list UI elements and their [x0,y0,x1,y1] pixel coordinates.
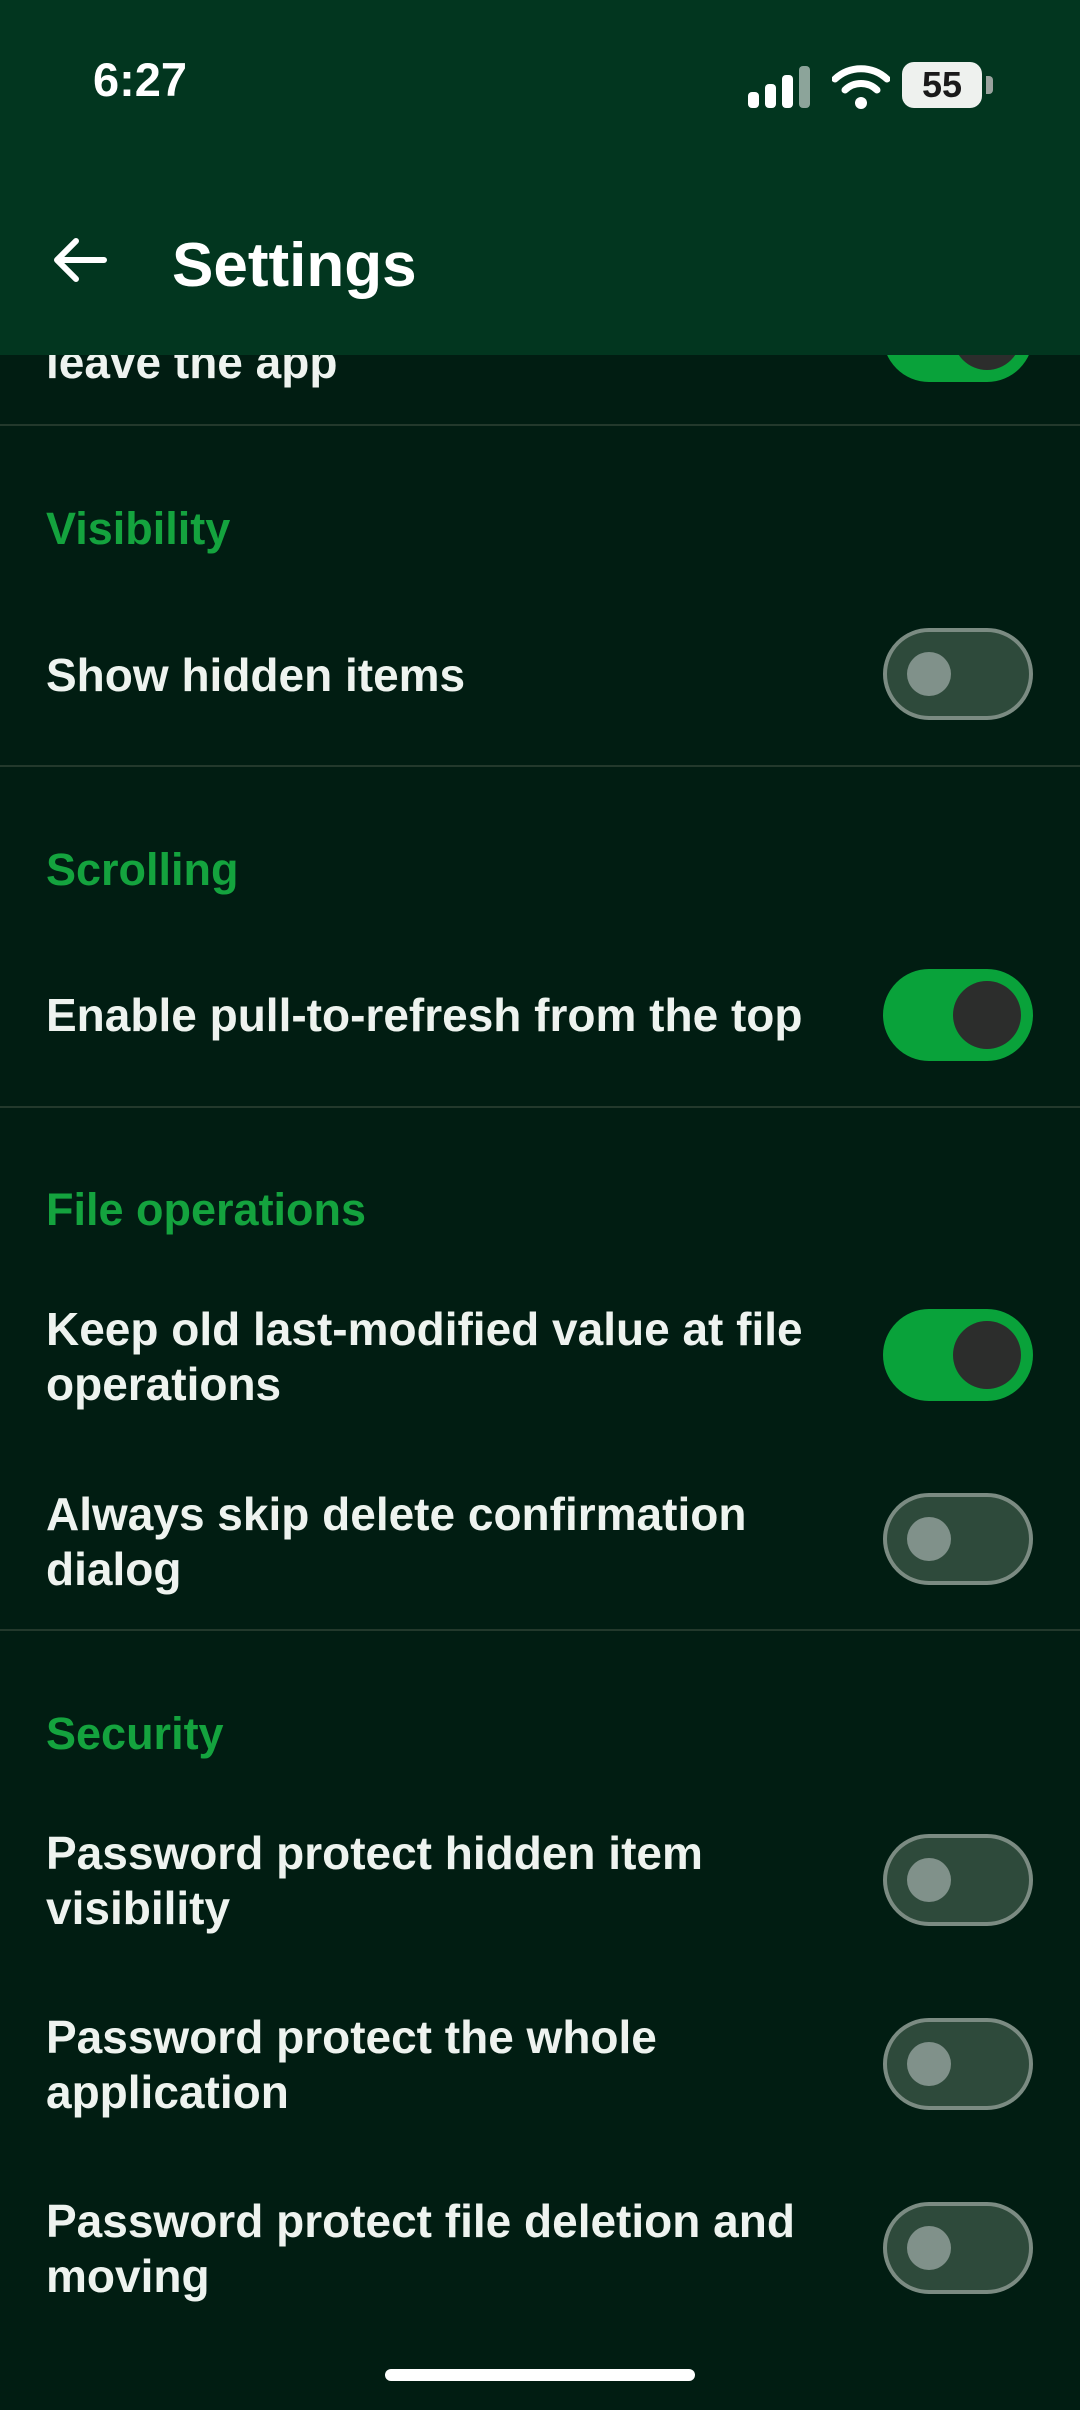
toggle-protect-delete-move[interactable] [883,2202,1033,2294]
toggle-knob [953,1321,1021,1389]
setting-protect-whole-app-label: Password protect the whole application [46,2010,657,2120]
toggle-knob [907,2042,951,2086]
setting-pull-to-refresh-label: Enable pull-to-refresh from the top [46,989,803,1041]
toggle-knob [907,2226,951,2270]
setting-keep-last-modified-line2: operations [46,1358,282,1410]
setting-show-hidden-items-label: Show hidden items [46,649,466,701]
settings-list: leave the app Visibility Show hidden ite… [0,0,1080,2410]
divider [0,765,1080,767]
setting-protect-whole-app-line1: Password protect the whole [46,2011,657,2063]
divider [0,424,1080,426]
status-time: 6:27 [93,53,188,106]
setting-protect-delete-move-label: Password protect file deletion and movin… [46,2194,795,2304]
divider [0,1106,1080,1108]
app-header: 6:27 55 Settings [0,0,1080,355]
setting-keep-last-modified-line1: Keep old last-modified value at file [46,1303,803,1355]
toggle-knob [907,1517,951,1561]
section-title-security: Security [46,1708,224,1759]
toggle-knob [953,981,1021,1049]
setting-protect-hidden-visibility-line2: visibility [46,1882,231,1934]
page-title: Settings [172,231,417,300]
setting-skip-delete-confirmation-line2: dialog [46,1543,182,1595]
setting-skip-delete-confirmation-line1: Always skip delete confirmation [46,1488,747,1540]
setting-keep-last-modified-label: Keep old last-modified value at file ope… [46,1302,803,1412]
battery-tip [986,76,993,94]
divider [0,1629,1080,1631]
back-button[interactable] [40,220,120,300]
toggle-protect-whole-app[interactable] [883,2018,1033,2110]
status-icons: 55 [680,50,1080,120]
cellular-signal-icon [748,66,810,108]
setting-protect-delete-move-line1: Password protect file deletion and [46,2195,795,2247]
setting-skip-delete-confirmation-label: Always skip delete confirmation dialog [46,1487,746,1597]
toggle-skip-delete-confirmation[interactable] [883,1493,1033,1585]
toggle-knob [907,1858,951,1902]
section-title-scrolling: Scrolling [46,844,239,895]
wifi-icon [831,62,891,110]
toggle-show-hidden-items[interactable] [883,628,1033,720]
home-indicator[interactable] [385,2369,695,2381]
setting-protect-delete-move-line2: moving [46,2250,210,2302]
toggle-keep-last-modified[interactable] [883,1309,1033,1401]
setting-protect-hidden-visibility-line1: Password protect hidden item [46,1827,703,1879]
battery-icon: 55 [902,62,982,108]
toggle-pull-to-refresh[interactable] [883,969,1033,1061]
setting-protect-whole-app-line2: application [46,2066,289,2118]
arrow-back-icon [54,238,107,282]
toggle-protect-hidden-visibility[interactable] [883,1834,1033,1926]
section-title-visibility: Visibility [46,503,231,554]
toggle-knob [907,652,951,696]
section-title-file-operations: File operations [46,1184,367,1235]
setting-protect-hidden-visibility-label: Password protect hidden item visibility [46,1826,703,1936]
